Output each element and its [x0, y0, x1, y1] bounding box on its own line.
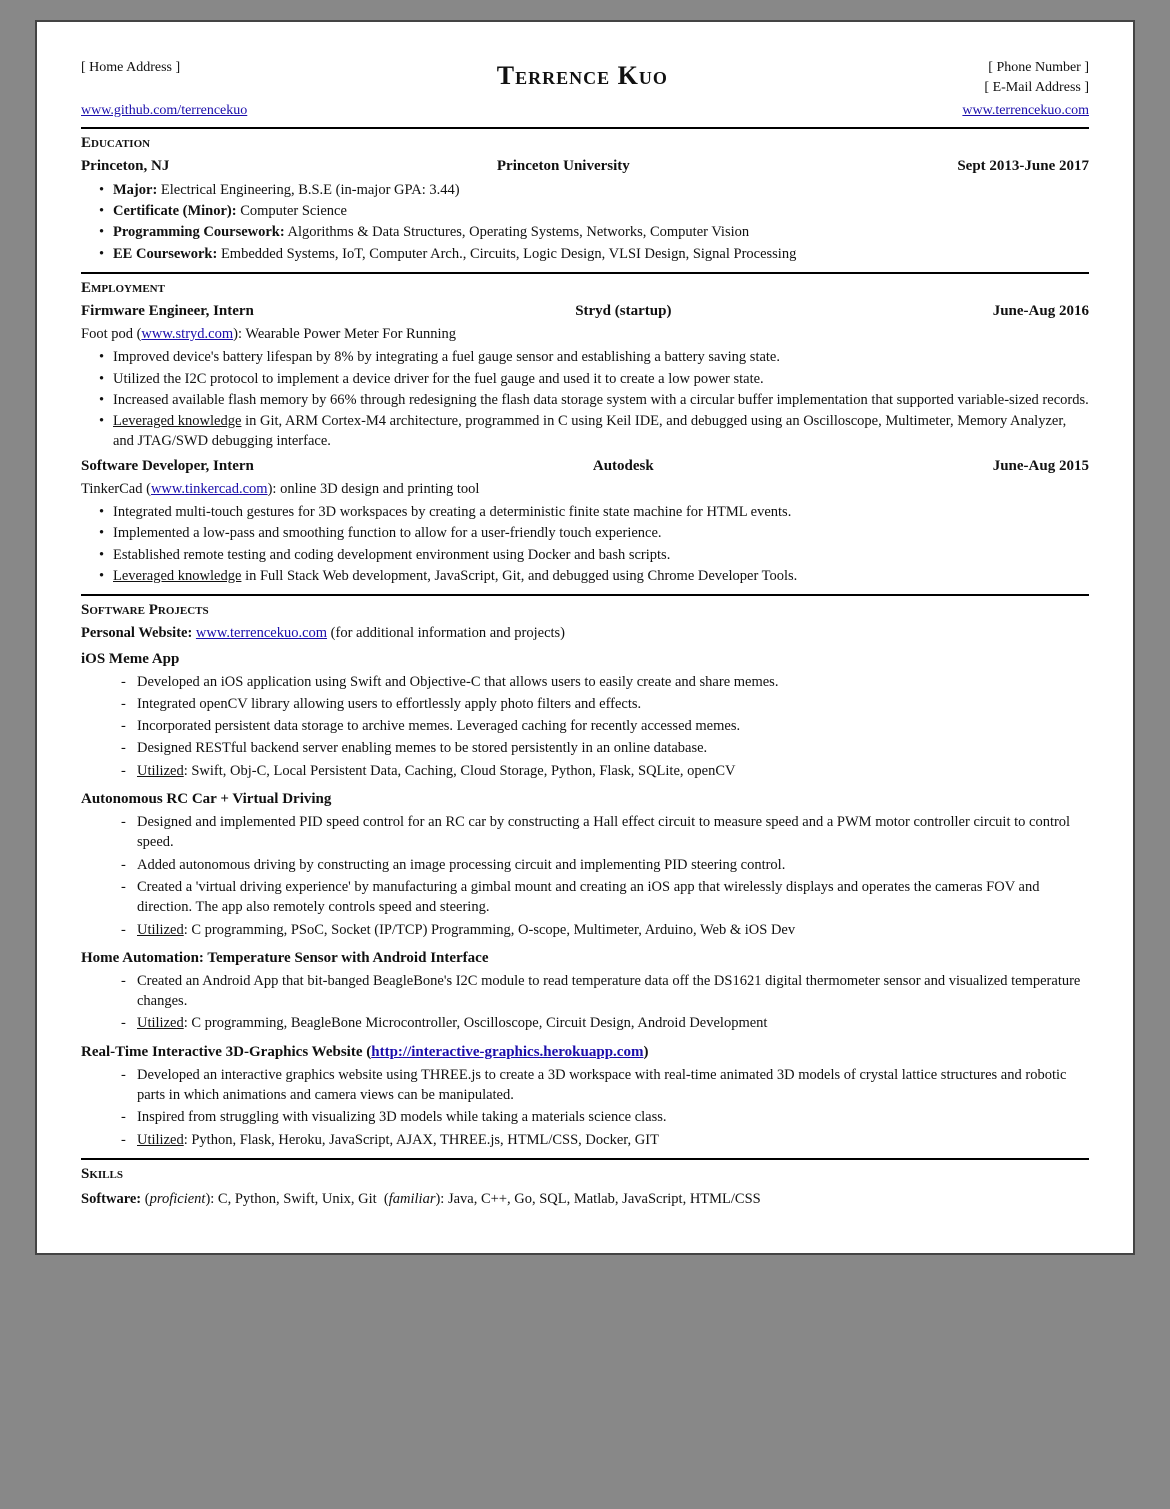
job-2-dates: June-Aug 2015: [993, 456, 1089, 477]
project-rc-title: Autonomous RC Car + Virtual Driving: [81, 789, 1089, 810]
edu-bullet-1: Major: Electrical Engineering, B.S.E (in…: [99, 180, 1089, 200]
job-1: Firmware Engineer, Intern Stryd (startup…: [81, 301, 1089, 452]
github-link[interactable]: www.github.com/terrencekuo: [81, 101, 247, 121]
3d-bullet-3: Utilized: Python, Flask, Heroku, JavaScr…: [121, 1130, 1089, 1150]
resume-container: [ Home Address ] Terrence Kuo [ Phone Nu…: [35, 20, 1135, 1255]
employment-divider: [81, 272, 1089, 274]
job-1-subtitle: Foot pod (www.stryd.com): Wearable Power…: [81, 324, 1089, 344]
education-header-row: Princeton, NJ Princeton University Sept …: [81, 156, 1089, 177]
ios-bullet-3: Incorporated persistent data storage to …: [121, 716, 1089, 736]
header-center: Terrence Kuo: [180, 58, 984, 94]
job-2-header: Software Developer, Intern Autodesk June…: [81, 456, 1089, 477]
job-2-title: Software Developer, Intern: [81, 456, 254, 477]
edu-dates: Sept 2013-June 2017: [957, 156, 1089, 177]
project-ios: iOS Meme App Developed an iOS applicatio…: [81, 649, 1089, 781]
home-bullet-1: Created an Android App that bit-banged B…: [121, 971, 1089, 1012]
ios-bullet-2: Integrated openCV library allowing users…: [121, 694, 1089, 714]
3d-bullet-2: Inspired from struggling with visualizin…: [121, 1107, 1089, 1127]
job-2-bullet-1: Integrated multi-touch gestures for 3D w…: [99, 502, 1089, 522]
job-2-company: Autodesk: [593, 456, 654, 477]
header-phone: [ Phone Number ]: [984, 58, 1089, 78]
ios-bullet-4: Designed RESTful backend server enabling…: [121, 738, 1089, 758]
education-section: Education Princeton, NJ Princeton Univer…: [81, 127, 1089, 264]
job-1-bullet-4: Leveraged knowledge in Git, ARM Cortex-M…: [99, 411, 1089, 452]
education-bullets: Major: Electrical Engineering, B.S.E (in…: [81, 180, 1089, 264]
job-2: Software Developer, Intern Autodesk June…: [81, 456, 1089, 586]
home-bullet-2: Utilized: C programming, BeagleBone Micr…: [121, 1013, 1089, 1033]
rc-bullet-2: Added autonomous driving by constructing…: [121, 855, 1089, 875]
skills-divider: [81, 1158, 1089, 1160]
stryd-link[interactable]: www.stryd.com: [141, 326, 233, 342]
interactive-graphics-link[interactable]: http://interactive-graphics.herokuapp.co…: [371, 1044, 643, 1060]
resume-name: Terrence Kuo: [180, 58, 984, 94]
education-label: Education: [81, 133, 1089, 154]
project-home-title: Home Automation: Temperature Sensor with…: [81, 948, 1089, 969]
job-1-title: Firmware Engineer, Intern: [81, 301, 254, 322]
projects-section: Software Projects Personal Website: www.…: [81, 594, 1089, 1150]
job-1-bullet-1: Improved device's battery lifespan by 8%…: [99, 347, 1089, 367]
projects-label: Software Projects: [81, 600, 1089, 621]
job-1-dates: June-Aug 2016: [993, 301, 1089, 322]
edu-university: Princeton University: [497, 156, 630, 177]
job-1-bullet-3: Increased available flash memory by 66% …: [99, 390, 1089, 410]
header-links: www.github.com/terrencekuo www.terrencek…: [81, 101, 1089, 121]
ios-bullet-1: Developed an iOS application using Swift…: [121, 672, 1089, 692]
job-2-bullet-2: Implemented a low-pass and smoothing fun…: [99, 523, 1089, 543]
employment-label: Employment: [81, 278, 1089, 299]
edu-bullet-2: Certificate (Minor): Computer Science: [99, 201, 1089, 221]
job-1-header: Firmware Engineer, Intern Stryd (startup…: [81, 301, 1089, 322]
project-rc-car: Autonomous RC Car + Virtual Driving Desi…: [81, 789, 1089, 940]
project-home-automation: Home Automation: Temperature Sensor with…: [81, 948, 1089, 1034]
project-3d-graphics: Real-Time Interactive 3D-Graphics Websit…: [81, 1042, 1089, 1150]
header-address: [ Home Address ]: [81, 58, 180, 78]
ios-bullet-5: Utilized: Swift, Obj-C, Local Persistent…: [121, 761, 1089, 781]
skills-label: Skills: [81, 1164, 1089, 1185]
edu-bullet-3: Programming Coursework: Algorithms & Dat…: [99, 222, 1089, 242]
rc-bullet-3: Created a 'virtual driving experience' b…: [121, 877, 1089, 918]
edu-location: Princeton, NJ: [81, 156, 169, 177]
education-divider: [81, 127, 1089, 129]
job-1-bullet-2: Utilized the I2C protocol to implement a…: [99, 369, 1089, 389]
job-1-company: Stryd (startup): [575, 301, 671, 322]
job-2-bullet-4: Leveraged knowledge in Full Stack Web de…: [99, 566, 1089, 586]
skills-software: Software: (proficient): C, Python, Swift…: [81, 1189, 1089, 1209]
job-2-bullets: Integrated multi-touch gestures for 3D w…: [81, 502, 1089, 586]
header-top: [ Home Address ] Terrence Kuo [ Phone Nu…: [81, 58, 1089, 97]
project-rc-bullets: Designed and implemented PID speed contr…: [81, 812, 1089, 940]
employment-section: Employment Firmware Engineer, Intern Str…: [81, 272, 1089, 586]
job-1-bullets: Improved device's battery lifespan by 8%…: [81, 347, 1089, 451]
project-ios-title: iOS Meme App: [81, 649, 1089, 670]
header-contact: [ Phone Number ] [ E-Mail Address ]: [984, 58, 1089, 97]
project-3d-bullets: Developed an interactive graphics websit…: [81, 1065, 1089, 1150]
project-3d-title: Real-Time Interactive 3D-Graphics Websit…: [81, 1042, 1089, 1063]
3d-bullet-1: Developed an interactive graphics websit…: [121, 1065, 1089, 1106]
project-home-bullets: Created an Android App that bit-banged B…: [81, 971, 1089, 1034]
projects-divider: [81, 594, 1089, 596]
tinkercad-link[interactable]: www.tinkercad.com: [151, 481, 268, 497]
edu-bullet-4: EE Coursework: Embedded Systems, IoT, Co…: [99, 244, 1089, 264]
job-2-bullet-3: Established remote testing and coding de…: [99, 545, 1089, 565]
header-email: [ E-Mail Address ]: [984, 78, 1089, 98]
website-link[interactable]: www.terrencekuo.com: [962, 101, 1089, 121]
rc-bullet-4: Utilized: C programming, PSoC, Socket (I…: [121, 920, 1089, 940]
rc-bullet-1: Designed and implemented PID speed contr…: [121, 812, 1089, 853]
project-ios-bullets: Developed an iOS application using Swift…: [81, 672, 1089, 781]
personal-website-line: Personal Website: www.terrencekuo.com (f…: [81, 623, 1089, 643]
personal-website-link[interactable]: www.terrencekuo.com: [196, 625, 327, 641]
job-2-subtitle: TinkerCad (www.tinkercad.com): online 3D…: [81, 479, 1089, 499]
skills-section: Skills Software: (proficient): C, Python…: [81, 1158, 1089, 1209]
